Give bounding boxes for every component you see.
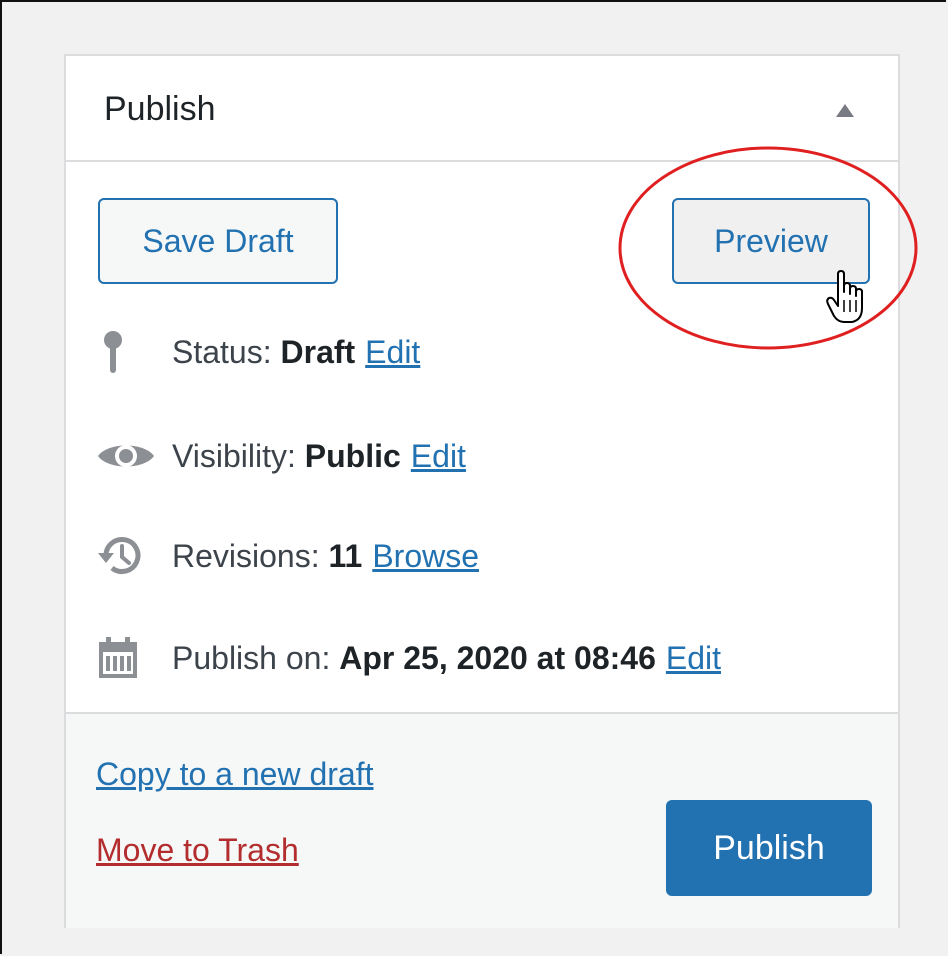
publish-on-edit-link[interactable]: Edit [666, 640, 721, 677]
publish-on-label: Publish on: [172, 639, 340, 676]
hand-cursor-icon [826, 270, 863, 323]
publish-on-row: Publish on: Apr 25, 2020 at 08:46 Edit [96, 634, 721, 682]
visibility-value: Public [304, 437, 401, 474]
triangle-up-icon[interactable] [836, 104, 854, 117]
visibility-row: Visibility: Public Edit [96, 432, 466, 480]
status-value: Draft [280, 333, 356, 370]
status-label: Status: [172, 333, 281, 370]
publish-button[interactable]: Publish [666, 800, 872, 896]
revisions-count: 11 [328, 537, 363, 574]
copy-to-new-draft-link[interactable]: Copy to a new draft [96, 756, 373, 793]
status-edit-link[interactable]: Edit [365, 334, 420, 371]
visibility-label: Visibility: [172, 437, 305, 474]
panel-title: Publish [104, 90, 216, 128]
publish-on-date: Apr 25, 2020 at 08:46 [339, 639, 656, 676]
status-row: Status: Draft Edit [96, 328, 420, 376]
pin-icon [96, 328, 162, 376]
calendar-icon [96, 634, 162, 682]
save-draft-button[interactable]: Save Draft [98, 198, 338, 284]
history-icon [96, 532, 162, 580]
move-to-trash-link[interactable]: Move to Trash [96, 832, 299, 869]
visibility-edit-link[interactable]: Edit [411, 438, 466, 475]
panel-footer: Copy to a new draft Move to Trash Publis… [66, 712, 898, 928]
revisions-row: Revisions: 11 Browse [96, 532, 479, 580]
eye-icon [96, 432, 162, 480]
revisions-label: Revisions: [172, 537, 329, 574]
revisions-browse-link[interactable]: Browse [372, 538, 479, 575]
publish-panel: Publish Save Draft Preview Status: Draft… [64, 54, 900, 928]
panel-header[interactable]: Publish [66, 56, 898, 162]
